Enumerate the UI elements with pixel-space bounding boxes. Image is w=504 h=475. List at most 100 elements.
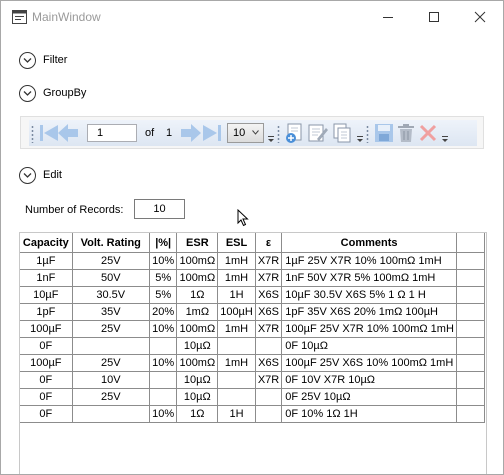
cell-dielectric[interactable]: X7R [254,252,283,270]
cell-tolerance[interactable]: 5% [148,269,178,287]
cell-capacity[interactable]: 100µF [20,320,73,338]
cell-comments[interactable]: 100µF 25V X6S 10% 100mΩ 1mH [281,354,457,372]
minimize-button[interactable] [365,1,411,33]
cancel-icon[interactable] [417,122,439,144]
column-header-dielectric[interactable]: ε [254,233,283,253]
toolbar-grip[interactable] [366,125,369,143]
cell-dielectric[interactable]: X6S [254,286,283,304]
cell-tolerance[interactable] [148,388,178,406]
cell-volt-rating[interactable]: 10V [71,371,150,389]
cell-dielectric[interactable]: X6S [254,354,283,372]
cell-esr[interactable]: 1Ω [176,405,219,423]
cell-capacity[interactable]: 100µF [20,354,73,372]
column-header-esr[interactable]: ESR [176,233,219,253]
close-button[interactable] [457,1,503,33]
cell-dielectric[interactable] [254,405,283,423]
cell-comments[interactable]: 1nF 50V X7R 5% 100mΩ 1mH [281,269,457,287]
cell-dielectric[interactable]: X7R [254,371,283,389]
cell-esr[interactable]: 1mΩ [176,303,219,321]
groupby-expander[interactable]: GroupBy [19,84,86,102]
data-grid[interactable]: Capacity Volt. Rating |%| ESR ESL ε Comm… [19,232,487,474]
last-page-icon[interactable] [201,122,223,144]
records-input[interactable]: 10 [134,199,185,219]
cell-capacity[interactable]: 0F [20,405,73,423]
cell-capacity[interactable]: 0F [20,337,73,355]
edit-record-icon[interactable] [307,122,329,144]
cell-volt-rating[interactable]: 35V [71,303,150,321]
cell-capacity[interactable]: 10µF [20,286,73,304]
column-header-esl[interactable]: ESL [217,233,256,253]
cell-esl[interactable]: 1mH [217,320,256,338]
cell-comments[interactable]: 0F 10V X7R 10µΩ [281,371,457,389]
cell-esr[interactable]: 10µΩ [176,371,219,389]
column-header-tolerance[interactable]: |%| [148,233,178,253]
cell-tolerance[interactable]: 20% [148,303,178,321]
cell-volt-rating[interactable] [71,337,150,355]
copy-record-icon[interactable] [331,122,353,144]
cell-capacity[interactable]: 1pF [20,303,73,321]
cell-volt-rating[interactable] [71,405,150,423]
cell-comments[interactable]: 100µF 25V X7R 10% 100mΩ 1mH [281,320,457,338]
column-header-comments[interactable]: Comments [281,233,457,253]
cell-volt-rating[interactable]: 25V [71,320,150,338]
cell-tolerance[interactable]: 5% [148,286,178,304]
cell-comments[interactable]: 10µF 30.5V X6S 5% 1 Ω 1 H [281,286,457,304]
cell-comments[interactable]: 1pF 35V X6S 20% 1mΩ 100µH [281,303,457,321]
toolbar-grip[interactable] [31,125,34,143]
cell-esr[interactable]: 10µΩ [176,388,219,406]
maximize-button[interactable] [411,1,457,33]
cell-volt-rating[interactable]: 30.5V [71,286,150,304]
table-row[interactable]: 1pF 35V 20% 1mΩ 100µH X6S 1pF 35V X6S 20% 1mΩ … [20,303,486,321]
cell-esl[interactable]: 1mH [217,269,256,287]
cell-volt-rating[interactable]: 50V [71,269,150,287]
cell-volt-rating[interactable]: 25V [71,354,150,372]
cell-dielectric[interactable]: X7R [254,320,283,338]
column-header-volt-rating[interactable]: Volt. Rating [71,233,150,253]
edit-expander[interactable]: Edit [19,166,62,184]
table-row[interactable]: 100µF 25V 10% 100mΩ 1mH X7R 100µF 25V X7R 10% … [20,320,486,338]
table-row[interactable]: 0F 10V 10µΩ X7R 0F 10V X7R 10µΩ [20,371,486,389]
overflow-icon[interactable] [268,136,274,142]
cell-esl[interactable]: 1mH [217,354,256,372]
table-row[interactable]: 0F 10µΩ 0F 10µΩ [20,337,486,355]
next-page-icon[interactable] [179,122,203,144]
cell-capacity[interactable]: 0F [20,371,73,389]
save-icon[interactable] [373,122,395,144]
cell-tolerance[interactable] [148,371,178,389]
cell-capacity[interactable]: 0F [20,388,73,406]
overflow-icon[interactable] [442,136,448,142]
table-row[interactable]: 0F 10% 1Ω 1H 0F 10% 1Ω 1H [20,405,486,423]
page-size-select[interactable]: 10 [227,123,264,143]
cell-dielectric[interactable]: X7R [254,269,283,287]
table-row[interactable]: 1µF 25V 10% 100mΩ 1mH X7R 1µF 25V X7R 10% 100m… [20,252,486,270]
add-record-icon[interactable] [284,122,306,144]
cell-comments[interactable]: 1µF 25V X7R 10% 100mΩ 1mH [281,252,457,270]
cell-esr[interactable]: 100mΩ [176,252,219,270]
table-row[interactable]: 10µF 30.5V 5% 1Ω 1H X6S 10µF 30.5V X6S 5% 1 Ω … [20,286,486,304]
cell-esr[interactable]: 1Ω [176,286,219,304]
toolbar-grip[interactable] [277,125,280,143]
cell-esl[interactable]: 1H [217,286,256,304]
cell-comments[interactable]: 0F 10% 1Ω 1H [281,405,457,423]
current-page-input[interactable]: 1 [87,124,137,142]
column-header-capacity[interactable]: Capacity [20,233,73,253]
cell-esl[interactable]: 1mH [217,252,256,270]
filter-expander[interactable]: Filter [19,51,67,69]
cell-tolerance[interactable] [148,337,178,355]
cell-esl[interactable] [217,388,256,406]
cell-volt-rating[interactable]: 25V [71,388,150,406]
table-row[interactable]: 1nF 50V 5% 100mΩ 1mH X7R 1nF 50V X7R 5% 100mΩ … [20,269,486,287]
cell-comments[interactable]: 0F 25V 10µΩ [281,388,457,406]
cell-esl[interactable] [217,371,256,389]
cell-tolerance[interactable]: 10% [148,405,178,423]
overflow-icon[interactable] [357,136,363,142]
cell-dielectric[interactable] [254,388,283,406]
cell-capacity[interactable]: 1nF [20,269,73,287]
cell-capacity[interactable]: 1µF [20,252,73,270]
cell-esr[interactable]: 100mΩ [176,269,219,287]
cell-esr[interactable]: 10µΩ [176,337,219,355]
cell-esr[interactable]: 100mΩ [176,320,219,338]
cell-esl[interactable]: 1H [217,405,256,423]
cell-esl[interactable]: 100µH [217,303,256,321]
cell-tolerance[interactable]: 10% [148,354,178,372]
